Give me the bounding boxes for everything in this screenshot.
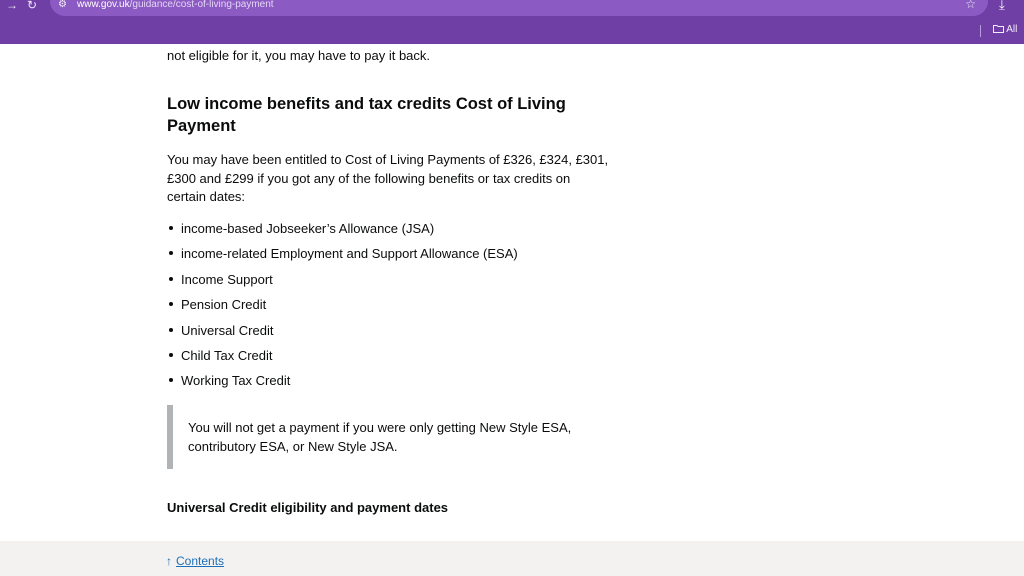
section-heading: Low income benefits and tax credits Cost… [167, 95, 566, 135]
inset-line: You will not get a payment if you were o… [188, 420, 572, 435]
inset-text: You will not get a payment if you were o… [167, 405, 623, 469]
list-item-label: income-based Jobseeker’s Allowance (JSA) [181, 221, 435, 236]
bullet-icon [169, 251, 173, 256]
url-text[interactable]: www.gov.uk/guidance/cost-of-living-payme… [77, 0, 274, 11]
paragraph-line: certain dates: [167, 189, 246, 204]
contents-link-label: Contents [176, 554, 225, 568]
url-path: /guidance/cost-of-living-payment [129, 0, 274, 10]
address-bar[interactable]: ⚙ www.gov.uk/guidance/cost-of-living-pay… [50, 0, 988, 16]
subsection-heading: Universal Credit eligibility and payment… [167, 500, 449, 515]
entitlement-paragraph: You may have been entitled to Cost of Li… [167, 151, 627, 207]
intro-text: not eligible for it, you may have to pay… [167, 48, 431, 63]
list-item-label: Universal Credit [181, 322, 274, 338]
paragraph-line: You may have been entitled to Cost of Li… [167, 152, 609, 167]
url-host: www.gov.uk [77, 0, 130, 10]
list-item-label: Child Tax Credit [181, 347, 273, 363]
benefits-list: income-based Jobseeker’s Allowance (JSA)… [167, 220, 518, 398]
bookmarks-bar: All [0, 18, 1024, 44]
browser-toolbar: → ↻ ⚙ www.gov.uk/guidance/cost-of-living… [0, 0, 1024, 44]
list-item: income-related Employment and Support Al… [167, 245, 518, 270]
bullet-icon [169, 276, 173, 281]
inset-line: contributory ESA, or New Style JSA. [188, 438, 398, 454]
back-to-contents-link[interactable]: ↑ Contents [166, 553, 224, 569]
inset-paragraph: You will not get a payment if you were o… [188, 419, 571, 456]
all-bookmarks-button[interactable]: All [993, 24, 1017, 36]
download-icon[interactable]: ⤓ [999, 0, 1017, 12]
bullet-icon [169, 302, 173, 307]
bullet-icon [169, 352, 173, 357]
list-item: Universal Credit [167, 322, 518, 347]
bookmarks-divider [980, 25, 981, 37]
list-item: Working Tax Credit [167, 372, 518, 397]
all-bookmarks-label: All [1006, 24, 1018, 35]
bullet-icon [169, 378, 173, 383]
bullet-icon [169, 226, 173, 230]
arrow-up-icon: ↑ [166, 554, 172, 568]
list-item-label: Income Support [181, 271, 273, 287]
list-item: Pension Credit [167, 296, 518, 321]
forward-icon[interactable]: → [6, 0, 18, 12]
reload-icon[interactable]: ↻ [27, 0, 37, 12]
bullet-icon [169, 327, 173, 332]
list-item: income-based Jobseeker’s Allowance (JSA) [167, 220, 518, 245]
bookmark-star-icon[interactable]: ☆ [965, 0, 976, 10]
paragraph-line: £300 and £299 if you got any of the foll… [167, 170, 571, 186]
list-item-label: Pension Credit [181, 297, 267, 313]
site-settings-icon[interactable]: ⚙ [58, 0, 70, 10]
list-item-label: income-related Employment and Support Al… [181, 246, 518, 262]
list-item: Child Tax Credit [167, 347, 518, 372]
folder-icon [993, 25, 1004, 33]
list-item-label: Working Tax Credit [181, 373, 291, 389]
contents-footer: ↑ Contents [0, 541, 1024, 576]
list-item: Income Support [167, 271, 518, 296]
